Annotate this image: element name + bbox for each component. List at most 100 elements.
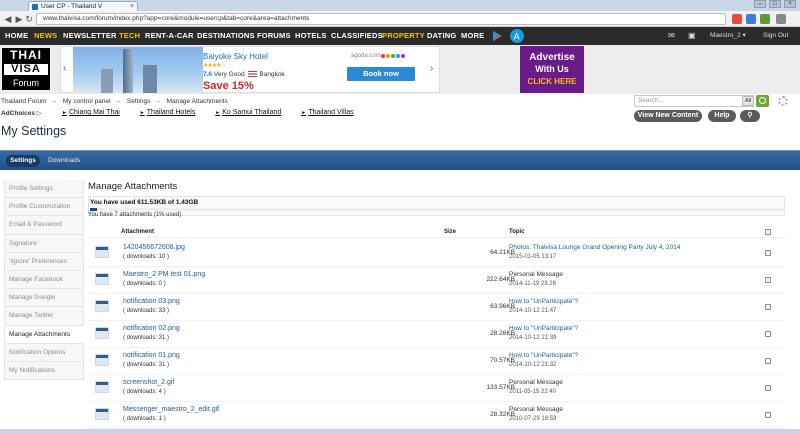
- attachment-filename[interactable]: notification 02.png: [123, 325, 180, 332]
- ad-link[interactable]: ► Thailand Hotels: [140, 109, 196, 116]
- sign-out-link[interactable]: Sign Out: [763, 27, 788, 45]
- sidebar-item-profile-customization[interactable]: Profile Customization: [4, 198, 84, 217]
- menu-icon[interactable]: [776, 14, 786, 24]
- attachment-topic[interactable]: How to "UnParticipate"?: [509, 325, 578, 332]
- browser-tab[interactable]: User CP - Thailand V ×: [28, 1, 138, 11]
- user-menu[interactable]: Maestro_2 ▾: [710, 27, 746, 45]
- attachment-filename[interactable]: Messenger_maestro_2_edit.gif: [123, 406, 219, 413]
- mail-icon[interactable]: ✉: [668, 27, 675, 45]
- nav-forums[interactable]: FORUMS: [257, 27, 291, 45]
- pin-icon[interactable]: ⚲: [740, 110, 760, 122]
- attachment-checkbox[interactable]: [765, 304, 771, 310]
- hotel-image: [73, 47, 203, 93]
- breadcrumb-item[interactable]: Thailand Forum: [1, 98, 47, 105]
- attachment-checkbox[interactable]: [765, 277, 771, 283]
- back-icon[interactable]: ◀: [3, 14, 13, 24]
- attachment-thumbnail-icon[interactable]: [95, 408, 109, 420]
- col-attachment: Attachment: [121, 229, 155, 235]
- attachment-downloads: ( downloads: 0 ): [123, 281, 166, 287]
- ad-next-icon[interactable]: ›: [430, 63, 433, 74]
- attachment-checkbox[interactable]: [765, 331, 771, 337]
- attachment-topic[interactable]: Photos: Thaivisa Lounge Grand Opening Pa…: [509, 244, 681, 251]
- breadcrumb-item[interactable]: Settings: [127, 98, 151, 105]
- attachment-filename[interactable]: 1420456672608.jpg: [123, 244, 185, 251]
- adchoices[interactable]: AdChoices ▷: [1, 109, 42, 117]
- nav-home[interactable]: HOME: [5, 27, 28, 45]
- sidebar-item-signature[interactable]: Signature: [4, 234, 84, 253]
- attachment-filename[interactable]: notification 01.png: [123, 352, 180, 359]
- sidebar-item-my-notifications[interactable]: My Notifications: [4, 361, 84, 381]
- help-button[interactable]: Help: [708, 110, 736, 122]
- extension-icon[interactable]: [760, 14, 770, 24]
- sidebar-item-manage-twitter[interactable]: Manage Twitter: [4, 307, 84, 326]
- tab-close-icon[interactable]: ×: [130, 2, 134, 11]
- nav-property[interactable]: PROPERTY: [382, 27, 425, 45]
- nav-classifieds[interactable]: CLASSIFIEDS: [331, 27, 383, 45]
- nav-news[interactable]: NEWS: [34, 27, 57, 45]
- forward-icon[interactable]: ▶: [14, 14, 24, 24]
- ad-link[interactable]: ► Ko Samui Thailand: [215, 109, 281, 116]
- nav-dating[interactable]: DATING: [427, 27, 456, 45]
- attachment-checkbox[interactable]: [765, 358, 771, 364]
- attachment-date: 2014-10-12 21:39: [509, 335, 557, 341]
- nav-more[interactable]: MORE: [461, 27, 484, 45]
- breadcrumb-item[interactable]: My control panel: [63, 98, 111, 105]
- ad-prev-icon[interactable]: ‹: [63, 63, 66, 74]
- attachment-thumbnail-icon[interactable]: [95, 327, 109, 339]
- attachment-downloads: ( downloads: 4 ): [123, 389, 166, 395]
- close-window-button[interactable]: ×: [784, 0, 796, 8]
- hotel-ad[interactable]: ‹ Baiyoke Sky Hotel ★★★★☆ 7.6 Very Good …: [60, 46, 440, 93]
- site-logo[interactable]: THAI VISA Forum: [2, 48, 50, 92]
- search-scope[interactable]: All: [742, 96, 754, 106]
- attachment-topic[interactable]: How to "UnParticipate"?: [509, 352, 578, 359]
- nav-hotels[interactable]: HOTELS: [295, 27, 327, 45]
- select-all-checkbox[interactable]: [765, 229, 771, 235]
- attachment-thumbnail-icon[interactable]: [95, 381, 109, 393]
- book-now-button[interactable]: Book now: [347, 67, 415, 81]
- maximize-button[interactable]: □: [769, 0, 781, 8]
- nav-newsletter[interactable]: NEWSLETTER: [63, 27, 117, 45]
- attachment-checkbox[interactable]: [765, 250, 771, 256]
- tab-settings[interactable]: Settings: [6, 155, 40, 167]
- sidebar-item-notification-options[interactable]: Notification Options: [4, 343, 84, 362]
- attachment-filename[interactable]: Maestro_2 PM test 01.png: [123, 271, 205, 278]
- minimize-button[interactable]: –: [754, 0, 766, 8]
- nav-destinations[interactable]: DESTINATIONS: [197, 27, 255, 45]
- app-store-icon[interactable]: A: [510, 29, 524, 43]
- attachment-filename[interactable]: notification 03.png: [123, 298, 180, 305]
- ad-link[interactable]: ► Thailand Villas: [301, 109, 353, 116]
- sidebar-item-ignore-preferences[interactable]: 'Ignore' Preferences: [4, 252, 84, 271]
- attachment-thumbnail-icon[interactable]: [95, 300, 109, 312]
- notifications-icon[interactable]: ▣: [688, 27, 696, 45]
- attachment-downloads: ( downloads: 31 ): [123, 335, 170, 341]
- col-size: Size: [444, 229, 457, 235]
- search-input[interactable]: Search...: [634, 95, 754, 107]
- google-play-icon[interactable]: [490, 29, 504, 43]
- attachment-filename[interactable]: screenshot_2.gif: [123, 379, 174, 386]
- tab-downloads[interactable]: Downloads: [48, 155, 80, 167]
- sidebar-item-manage-facebook[interactable]: Manage Facebook: [4, 270, 84, 290]
- nav-tech[interactable]: TECH: [119, 27, 140, 45]
- attachment-thumbnail-icon[interactable]: [95, 246, 109, 258]
- nav-rent-a-car[interactable]: RENT-A-CAR: [145, 27, 194, 45]
- attachment-topic[interactable]: How to "UnParticipate"?: [509, 298, 578, 305]
- attachment-checkbox[interactable]: [765, 412, 771, 418]
- attachment-checkbox[interactable]: [765, 385, 771, 391]
- ad-link[interactable]: ► Chiang Mai Thai: [62, 109, 120, 116]
- sidebar-item-manage-attachments[interactable]: Manage Attachments: [4, 325, 84, 344]
- reload-icon[interactable]: ↻: [24, 14, 34, 24]
- hotel-stars: ★★★★☆: [203, 63, 226, 69]
- attachment-thumbnail-icon[interactable]: [95, 273, 109, 285]
- sidebar-item-email-password[interactable]: Email & Password: [4, 216, 84, 235]
- advertise-banner[interactable]: Advertise With Us CLICK HERE: [520, 46, 584, 93]
- search-icon[interactable]: [756, 95, 769, 107]
- attachment-date: 2014-11-19 23:28: [509, 281, 556, 287]
- extension-icon[interactable]: [746, 14, 756, 24]
- attachment-thumbnail-icon[interactable]: [95, 354, 109, 366]
- sidebar-item-profile-settings[interactable]: Profile Settings: [4, 180, 84, 199]
- view-new-content-button[interactable]: View New Content: [634, 110, 702, 122]
- ad-links: ► Chiang Mai Thai ► Thailand Hotels ► Ko Sa…: [62, 109, 372, 116]
- sidebar-item-manage-google[interactable]: Manage Google: [4, 289, 84, 308]
- url-field[interactable]: www.thaivisa.com/forum/index.php?app=cor…: [36, 13, 726, 25]
- extension-icon[interactable]: [732, 14, 742, 24]
